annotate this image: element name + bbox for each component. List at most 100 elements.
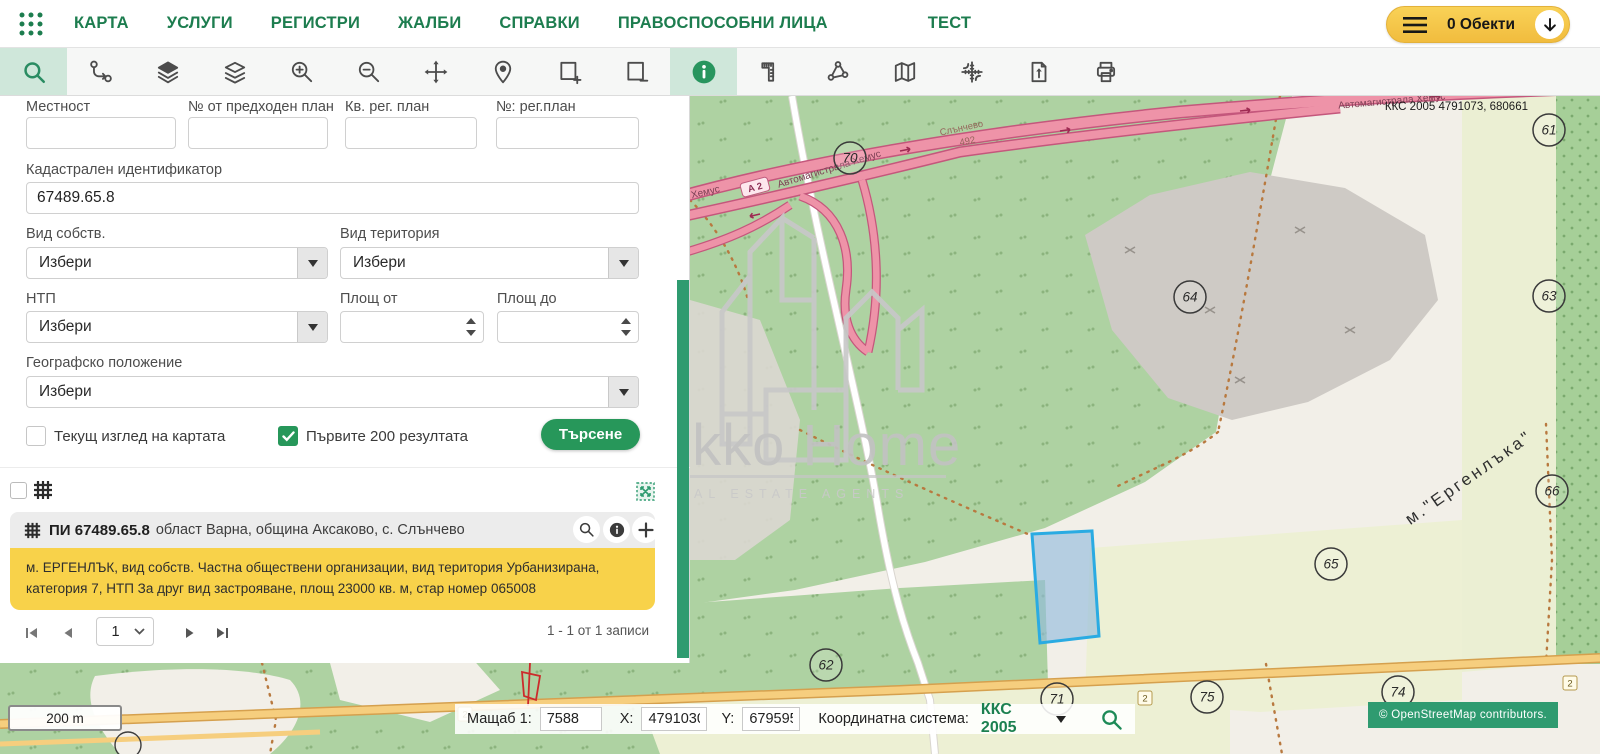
export-tool-button[interactable] — [1005, 48, 1072, 95]
x-label: X: — [620, 711, 634, 727]
current-view-checkbox[interactable] — [26, 426, 46, 446]
polygon-tool-button[interactable] — [804, 48, 871, 95]
main-menu: КАРТА УСЛУГИ РЕГИСТРИ ЖАЛБИ СПРАВКИ ПРАВОСПОС… — [74, 14, 971, 33]
zoom-in-icon — [289, 59, 315, 85]
zoom-in-tool-button[interactable] — [268, 48, 335, 95]
layers-tool-button[interactable] — [134, 48, 201, 95]
geo-position-select[interactable]: Избери — [26, 376, 639, 408]
x-coordinate-input[interactable] — [641, 707, 707, 731]
expand-icon[interactable] — [636, 482, 655, 501]
first-200-checkbox[interactable] — [278, 426, 298, 446]
objects-button[interactable]: 0 Обекти — [1386, 6, 1570, 43]
cadastral-id-input[interactable] — [26, 182, 639, 214]
ntp-select[interactable]: Избери — [26, 311, 328, 343]
result-info-button[interactable] — [603, 516, 630, 543]
dropdown-arrow-icon[interactable] — [297, 248, 327, 278]
location-pin-icon — [490, 59, 516, 85]
remove-rectangle-icon — [624, 59, 650, 85]
print-tool-button[interactable] — [1072, 48, 1139, 95]
location-pin-tool-button[interactable] — [469, 48, 536, 95]
nav-item-4[interactable]: СПРАВКИ — [499, 14, 580, 33]
add-result-button[interactable] — [632, 516, 659, 543]
previous-page-button[interactable] — [56, 621, 80, 645]
select-all-checkbox[interactable] — [10, 482, 27, 499]
grid-icon — [24, 522, 41, 539]
cadastral-circle-62: 62 — [810, 649, 842, 681]
objects-count-label: 0 Обекти — [1427, 16, 1535, 34]
nav-item-5[interactable]: ПРАВОСПОСОБНИ ЛИЦА — [618, 14, 828, 33]
dropdown-arrow-icon[interactable] — [608, 248, 638, 278]
nav-item-1[interactable]: УСЛУГИ — [167, 14, 233, 33]
plus-icon — [638, 522, 654, 538]
collapse-circle[interactable] — [1535, 10, 1564, 39]
previous-plan-input[interactable] — [188, 117, 328, 149]
territory-select[interactable]: Избери — [340, 247, 639, 279]
svg-text:75: 75 — [1199, 690, 1215, 705]
crs-select[interactable]: ККС 2005 — [981, 701, 1042, 737]
pan-tool-button[interactable] — [402, 48, 469, 95]
y-coordinate-input[interactable] — [742, 707, 800, 731]
measure-tool-button[interactable] — [737, 48, 804, 95]
area-to-label: Площ до — [497, 291, 557, 307]
cadastral-circle-75: 75 — [1191, 681, 1223, 713]
grid-icon[interactable] — [33, 480, 53, 500]
reg-plan-quarter-input[interactable] — [345, 117, 477, 149]
status-bar: Мащаб 1: X: Y: Координатна система: ККС … — [455, 704, 1135, 734]
page-select[interactable]: 1 — [96, 617, 154, 646]
first-page-button[interactable] — [20, 621, 44, 645]
layers-stack-tool-button[interactable] — [201, 48, 268, 95]
info-tool-button[interactable] — [670, 48, 737, 95]
result-row-header[interactable]: ПИ 67489.65.8 област Варна, община Аксак… — [10, 512, 655, 548]
nav-item-6[interactable]: ТЕСТ — [928, 14, 971, 33]
route-tool-button[interactable] — [67, 48, 134, 95]
watermark-subtitle: REAL ESTATE AGENTS — [665, 487, 910, 501]
dropdown-arrow-icon[interactable] — [608, 377, 638, 407]
map-tool-button[interactable] — [871, 48, 938, 95]
svg-text:63: 63 — [1541, 289, 1557, 304]
search-button[interactable]: Търсене — [541, 419, 640, 450]
panel-scrollbar[interactable] — [677, 280, 689, 658]
reg-plan-number-input[interactable] — [496, 117, 639, 149]
svg-text:61: 61 — [1541, 123, 1556, 138]
osm-attribution[interactable]: © OpenStreetMap contributors. — [1368, 702, 1558, 728]
arrow-down-icon — [1541, 16, 1559, 34]
info-icon — [608, 521, 626, 539]
locality-input[interactable] — [26, 117, 176, 149]
nav-item-3[interactable]: ЖАЛБИ — [398, 14, 461, 33]
area-from-stepper[interactable] — [340, 311, 484, 343]
ownership-select[interactable]: Избери — [26, 247, 328, 279]
route-icon — [88, 59, 114, 85]
svg-text:2: 2 — [1142, 694, 1147, 705]
zoom-out-tool-button[interactable] — [335, 48, 402, 95]
pan-icon — [423, 59, 449, 85]
zoom-to-result-button[interactable] — [573, 516, 600, 543]
coordinate-search-button[interactable] — [1100, 708, 1123, 731]
check-icon — [282, 431, 295, 442]
territory-label: Вид територия — [340, 226, 440, 242]
current-view-label: Текущ изглед на картата — [54, 428, 225, 445]
result-details: м. ЕРГЕНЛЪК, вид собств. Частна обществе… — [10, 548, 655, 610]
svg-text:66: 66 — [1544, 484, 1560, 499]
zoom-out-icon — [356, 59, 382, 85]
area-to-stepper[interactable] — [497, 311, 639, 343]
add-rectangle-tool-button[interactable] — [536, 48, 603, 95]
svg-text:70: 70 — [842, 151, 858, 166]
next-page-button[interactable] — [178, 621, 202, 645]
dropdown-arrow-icon[interactable] — [297, 312, 327, 342]
print-icon — [1093, 59, 1119, 85]
first-200-label: Първите 200 резултата — [306, 428, 468, 445]
search-tool-button[interactable] — [0, 48, 67, 95]
cadastral-id-label: Кадастрален идентификатор — [26, 162, 222, 178]
nav-item-2[interactable]: РЕГИСТРИ — [271, 14, 360, 33]
pagination-summary: 1 - 1 от 1 записи — [547, 623, 649, 638]
coordinate-axes-tool-button[interactable] — [938, 48, 1005, 95]
selected-parcel[interactable] — [1032, 531, 1099, 643]
scale-input[interactable] — [540, 707, 602, 731]
chevron-down-icon[interactable] — [1056, 716, 1066, 723]
remove-rectangle-tool-button[interactable] — [603, 48, 670, 95]
search-icon — [1100, 708, 1123, 731]
apps-grid-icon[interactable] — [16, 9, 46, 39]
last-page-button[interactable] — [210, 621, 234, 645]
nav-item-0[interactable]: КАРТА — [74, 14, 129, 33]
cadastral-circle-64: 64 — [1174, 281, 1206, 313]
